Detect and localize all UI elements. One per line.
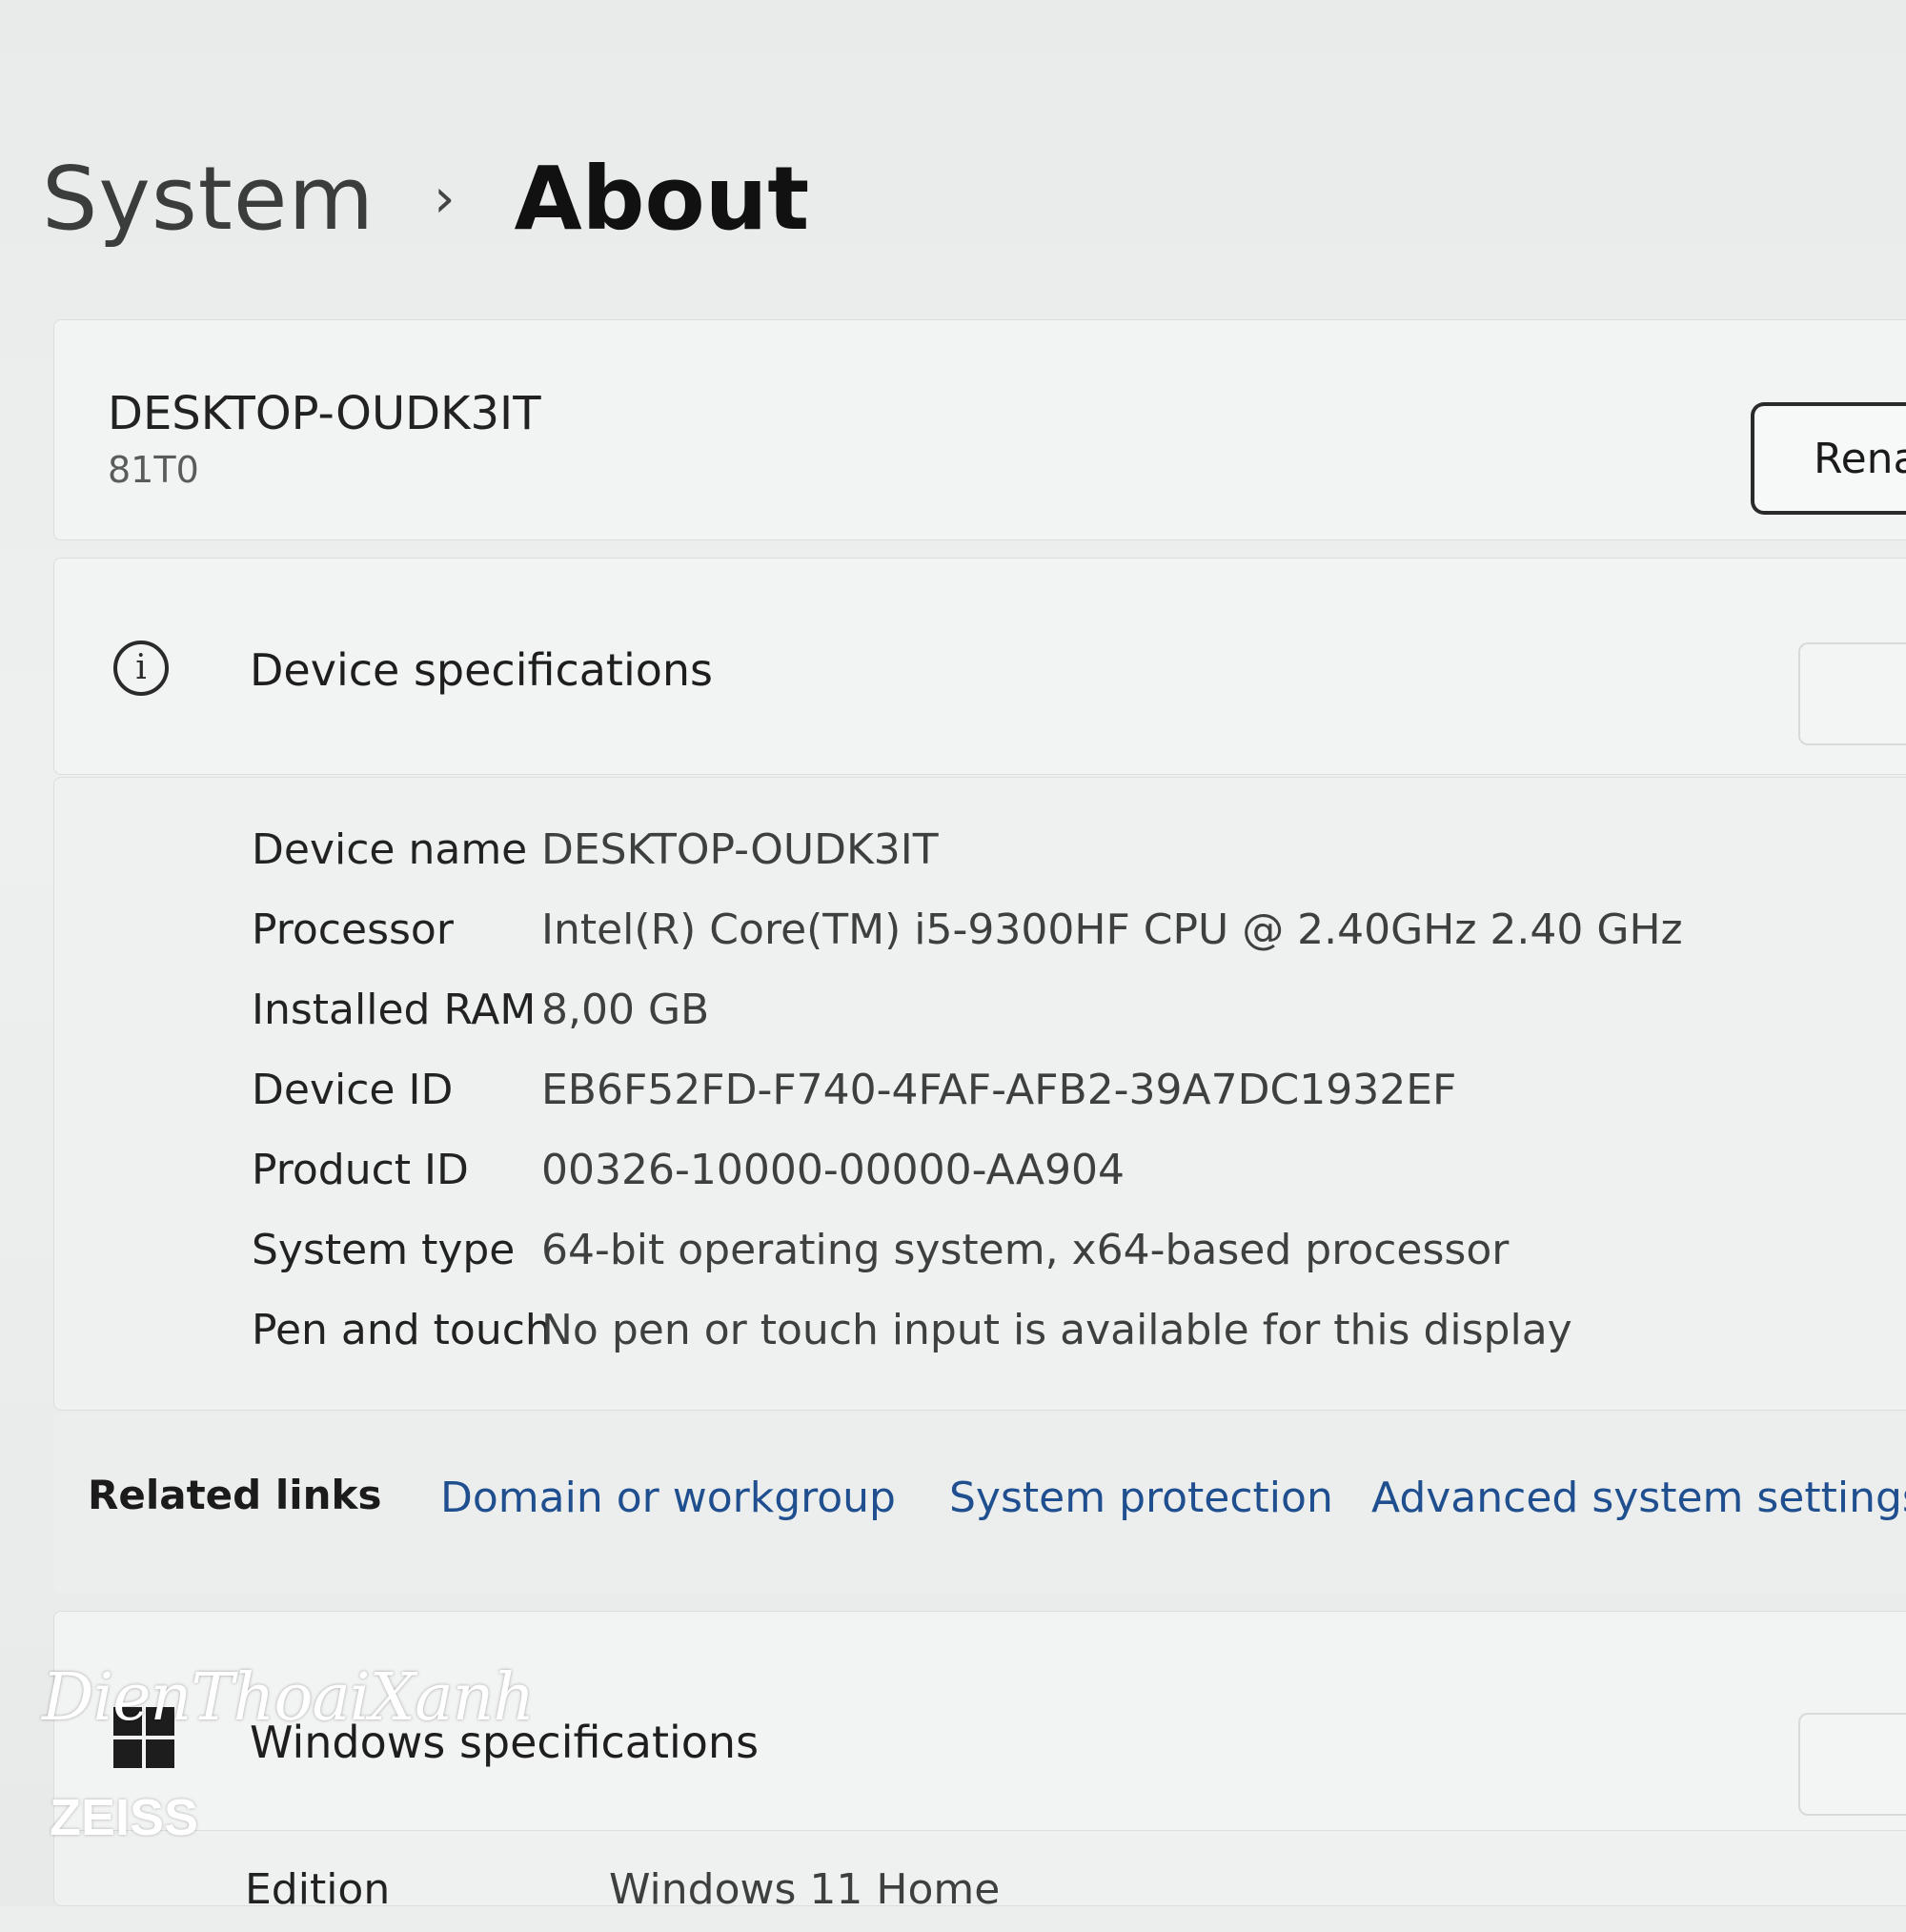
- system-protection-link[interactable]: System protection: [949, 1474, 1333, 1522]
- spec-label: Edition: [245, 1865, 391, 1914]
- info-icon: i: [113, 641, 169, 696]
- rename-pc-button[interactable]: Rena: [1751, 402, 1906, 515]
- spec-value: 00326-10000-00000-AA904: [541, 1146, 1125, 1194]
- spec-value: 64-bit operating system, x64-based proce…: [541, 1226, 1510, 1274]
- spec-value: EB6F52FD-F740-4FAF-AFB2-39A7DC1932EF: [541, 1066, 1457, 1114]
- spec-label: Processor: [252, 905, 454, 954]
- device-name-heading: DESKTOP-OUDK3IT: [108, 387, 541, 440]
- watermark-logo: DienThoaiXanh: [42, 1660, 535, 1736]
- page-title: About: [514, 148, 810, 250]
- settings-page: System › About DESKTOP-OUDK3IT 81T0 Rena…: [0, 0, 1906, 1914]
- breadcrumb-system[interactable]: System: [42, 148, 375, 250]
- copy-windows-specs-button[interactable]: Co: [1798, 1713, 1906, 1816]
- device-name-card: DESKTOP-OUDK3IT 81T0 Rena: [53, 319, 1906, 540]
- advanced-system-settings-link[interactable]: Advanced system settings: [1371, 1474, 1906, 1522]
- device-specs-body: Device name DESKTOP-OUDK3IT Processor In…: [53, 777, 1906, 1411]
- related-links-bar: Related links Domain or workgroup System…: [53, 1413, 1906, 1594]
- device-model: 81T0: [108, 449, 199, 491]
- spec-value: Intel(R) Core(TM) i5-9300HF CPU @ 2.40GH…: [541, 905, 1683, 954]
- spec-label: Product ID: [252, 1146, 469, 1194]
- spec-label: Installed RAM: [252, 986, 537, 1034]
- spec-label: Pen and touch: [252, 1306, 552, 1354]
- copy-device-specs-button[interactable]: C: [1798, 642, 1906, 745]
- spec-label: System type: [252, 1226, 516, 1274]
- camera-brand-watermark: ZEISS: [50, 1789, 199, 1846]
- spec-label: Device name: [252, 825, 528, 874]
- spec-value: 8,00 GB: [541, 986, 710, 1034]
- windows-specs-body: Edition Windows 11 Home: [53, 1830, 1906, 1914]
- device-specs-title: Device specifications: [250, 644, 714, 696]
- breadcrumb: System › About: [42, 148, 809, 250]
- related-links-label: Related links: [88, 1472, 382, 1518]
- device-specs-header[interactable]: i Device specifications C: [53, 558, 1906, 775]
- spec-value: Windows 11 Home: [609, 1865, 1001, 1914]
- spec-label: Device ID: [252, 1066, 454, 1114]
- chevron-right-icon: ›: [434, 168, 456, 230]
- domain-or-workgroup-link[interactable]: Domain or workgroup: [440, 1474, 896, 1522]
- spec-value: No pen or touch input is available for t…: [541, 1306, 1572, 1354]
- spec-value: DESKTOP-OUDK3IT: [541, 825, 939, 874]
